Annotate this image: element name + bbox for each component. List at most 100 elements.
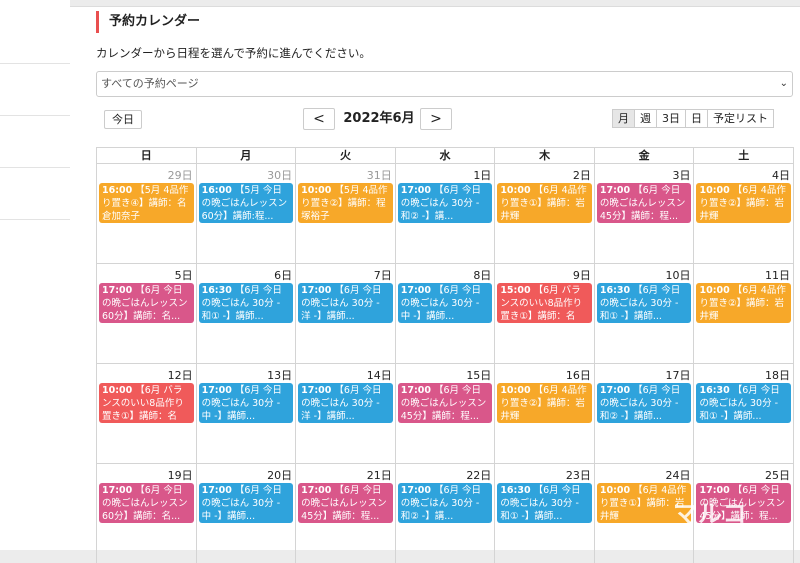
calendar-day[interactable]: 15日 17:00 【6月 今日の晩ごはんレッスン 45分】講師：程...: [396, 364, 496, 463]
sidebar-item[interactable]: [0, 12, 70, 64]
day-number: 12日: [167, 369, 193, 382]
day-number: 22日: [466, 469, 492, 482]
calendar-event[interactable]: 17:00 【6月 今日の晩ごはん 30分 - 洋 -】講師...: [298, 383, 393, 423]
chevron-down-icon: ⌄: [779, 78, 788, 89]
event-time: 10:00: [599, 485, 631, 496]
calendar-day[interactable]: 6日 16:30 【6月 今日の晩ごはん 30分 - 和① -】講師...: [197, 264, 297, 363]
watermark-logo: マルコ: [673, 500, 748, 528]
reservation-page-select[interactable]: すべての予約ページ ⌄: [96, 71, 793, 97]
day-number: 7日: [373, 269, 392, 282]
day-number: 30日: [267, 169, 293, 182]
event-time: 17:00: [102, 485, 133, 496]
calendar-day[interactable]: 16日 10:00 【6月 4品作り置き②】講師：岩井輝: [495, 364, 595, 463]
calendar-event[interactable]: 10:00 【5月 4品作り置き②】講師：程塚裕子: [298, 183, 393, 223]
calendar-day[interactable]: 30日 16:00 【5月 今日の晩ごはんレッスン 60分】講師:程...: [197, 164, 297, 263]
calendar-event[interactable]: 16:30 【6月 今日の晩ごはん 30分 - 和① -】講師...: [696, 383, 792, 423]
event-time: 17:00: [201, 385, 232, 396]
calendar-day[interactable]: 19日 17:00 【6月 今日の晩ごはんレッスン 60分】講師：名...: [97, 464, 197, 563]
event-time: 16:30: [500, 485, 531, 496]
event-time: 10:00: [102, 385, 133, 396]
calendar-day[interactable]: 14日 17:00 【6月 今日の晩ごはん 30分 - 洋 -】講師...: [296, 364, 396, 463]
calendar-day[interactable]: 3日 17:00 【6月 今日の晩ごはんレッスン 45分】講師：程...: [595, 164, 695, 263]
calendar-event[interactable]: 15:00【6月 バランスのいい8品作り置き①】講師：名倉...: [497, 283, 592, 323]
view-list-button[interactable]: 予定リスト: [707, 109, 774, 128]
calendar-day[interactable]: 12日10:00【6月 バランスのいい8品作り置き①】講師：名倉...: [97, 364, 197, 463]
sidebar-item[interactable]: [0, 116, 70, 168]
calendar-day[interactable]: 9日15:00【6月 バランスのいい8品作り置き①】講師：名倉...: [495, 264, 595, 363]
event-time: 17:00: [400, 185, 431, 196]
event-time: 16:30: [201, 285, 232, 296]
calendar-day[interactable]: 5日 17:00 【6月 今日の晩ごはんレッスン 60分】講師：名...: [97, 264, 197, 363]
day-number: 23日: [565, 469, 591, 482]
calendar-day[interactable]: 18日 16:30 【6月 今日の晩ごはん 30分 - 和① -】講師...: [694, 364, 795, 463]
calendar-event[interactable]: 16:30 【6月 今日の晩ごはん 30分 - 和① -】講師...: [596, 283, 692, 323]
select-value: すべての予約ページ: [101, 77, 199, 90]
calendar-event[interactable]: 17:00 【6月 今日の晩ごはんレッスン 60分】講師：名...: [99, 283, 194, 323]
calendar-event[interactable]: 17:00 【6月 今日の晩ごはん 30分 - 和② -】講...: [397, 483, 493, 523]
view-week-button[interactable]: 週: [634, 109, 657, 128]
view-month-button[interactable]: 月: [612, 109, 635, 128]
today-button[interactable]: 今日: [104, 110, 142, 129]
calendar-event[interactable]: 17:00 【6月 今日の晩ごはん 30分 - 中 -】講師...: [198, 383, 294, 423]
calendar-event[interactable]: 10:00 【6月 4品作り置き②】講師：岩井輝: [696, 283, 792, 323]
calendar-event[interactable]: 16:30 【6月 今日の晩ごはん 30分 - 和① -】講師...: [198, 283, 294, 323]
day-number: 11日: [765, 269, 791, 282]
event-time: 17:00: [301, 385, 332, 396]
calendar-day[interactable]: 13日 17:00 【6月 今日の晩ごはん 30分 - 中 -】講師...: [197, 364, 297, 463]
calendar-day[interactable]: 29日 16:00 【5月 4品作り置き④】講師：名倉加奈子: [97, 164, 197, 263]
calendar-event[interactable]: 17:00 【6月 今日の晩ごはん 30分 - 洋 -】講師...: [298, 283, 393, 323]
calendar-event[interactable]: 17:00 【6月 今日の晩ごはん 30分 - 中 -】講師...: [198, 483, 294, 523]
calendar-day[interactable]: 21日 17:00 【6月 今日の晩ごはんレッスン 45分】講師：程...: [296, 464, 396, 563]
weekday-wed: 水: [395, 148, 496, 164]
calendar-day[interactable]: 8日 17:00 【6月 今日の晩ごはん 30分 - 中 -】講師...: [396, 264, 496, 363]
calendar-day[interactable]: 4日 10:00 【6月 4品作り置き②】講師：岩井輝: [694, 164, 795, 263]
day-number: 31日: [366, 169, 392, 182]
calendar-event[interactable]: 10:00 【6月 4品作り置き②】講師：岩井輝: [696, 183, 792, 223]
calendar-day[interactable]: 22日 17:00 【6月 今日の晩ごはん 30分 - 和② -】講...: [396, 464, 496, 563]
weekday-sat: 土: [694, 148, 795, 164]
calendar-week: 5日 17:00 【6月 今日の晩ごはんレッスン 60分】講師：名... 6日 16:3…: [97, 264, 795, 364]
calendar-day[interactable]: 20日 17:00 【6月 今日の晩ごはん 30分 - 中 -】講師...: [197, 464, 297, 563]
day-number: 13日: [267, 369, 293, 382]
calendar-event[interactable]: 17:00 【6月 今日の晩ごはん 30分 - 和② -】講...: [397, 183, 493, 223]
sidebar-item[interactable]: [0, 168, 70, 220]
sidebar: [0, 0, 70, 550]
calendar-day[interactable]: 10日 16:30 【6月 今日の晩ごはん 30分 - 和① -】講師...: [595, 264, 695, 363]
calendar-event[interactable]: 16:00 【5月 4品作り置き④】講師：名倉加奈子: [99, 183, 194, 223]
day-number: 17日: [665, 369, 691, 382]
sidebar-item[interactable]: [0, 64, 70, 116]
next-month-button[interactable]: >: [420, 108, 452, 130]
calendar-day[interactable]: 23日 16:30 【6月 今日の晩ごはん 30分 - 和① -】講師...: [495, 464, 595, 563]
day-number: 9日: [572, 269, 591, 282]
day-number: 15日: [466, 369, 492, 382]
calendar-event[interactable]: 17:00 【6月 今日の晩ごはん 30分 - 和② -】講師...: [596, 383, 692, 423]
view-day-button[interactable]: 日: [685, 109, 708, 128]
calendar-day[interactable]: 31日 10:00 【5月 4品作り置き②】講師：程塚裕子: [296, 164, 396, 263]
calendar-event[interactable]: 17:00 【6月 今日の晩ごはんレッスン 60分】講師：名...: [99, 483, 194, 523]
view-3day-button[interactable]: 3日: [656, 109, 686, 128]
day-number: 2日: [572, 169, 591, 182]
calendar-event[interactable]: 10:00 【6月 4品作り置き①】講師：岩井輝: [497, 183, 592, 223]
weekday-sun: 日: [97, 148, 197, 164]
event-time: 10:00: [500, 185, 531, 196]
calendar-event[interactable]: 17:00 【6月 今日の晩ごはんレッスン 45分】講師：程...: [596, 183, 692, 223]
calendar-event[interactable]: 17:00 【6月 今日の晩ごはん 30分 - 中 -】講師...: [397, 283, 493, 323]
calendar-event[interactable]: 17:00 【6月 今日の晩ごはんレッスン 45分】講師：程...: [298, 483, 393, 523]
calendar-day[interactable]: 17日 17:00 【6月 今日の晩ごはん 30分 - 和② -】講師...: [595, 364, 695, 463]
calendar-event[interactable]: 16:00 【5月 今日の晩ごはんレッスン 60分】講師:程...: [198, 183, 294, 223]
calendar-day[interactable]: 11日 10:00 【6月 4品作り置き②】講師：岩井輝: [694, 264, 795, 363]
calendar-day[interactable]: 2日 10:00 【6月 4品作り置き①】講師：岩井輝: [495, 164, 595, 263]
calendar-day[interactable]: 7日 17:00 【6月 今日の晩ごはん 30分 - 洋 -】講師...: [296, 264, 396, 363]
day-number: 29日: [167, 169, 193, 182]
day-number: 24日: [665, 469, 691, 482]
event-time: 17:00: [301, 485, 332, 496]
calendar-event[interactable]: 16:30 【6月 今日の晩ごはん 30分 - 和① -】講師...: [497, 483, 592, 523]
calendar-event[interactable]: 10:00 【6月 4品作り置き②】講師：岩井輝: [497, 383, 592, 423]
calendar-event[interactable]: 17:00 【6月 今日の晩ごはんレッスン 45分】講師：程...: [397, 383, 493, 423]
calendar-day[interactable]: 1日 17:00 【6月 今日の晩ごはん 30分 - 和② -】講...: [396, 164, 496, 263]
day-number: 21日: [366, 469, 392, 482]
day-number: 25日: [765, 469, 791, 482]
calendar-event[interactable]: 10:00【6月 バランスのいい8品作り置き①】講師：名倉...: [99, 383, 194, 423]
prev-month-button[interactable]: <: [303, 108, 335, 130]
day-number: 10日: [665, 269, 691, 282]
